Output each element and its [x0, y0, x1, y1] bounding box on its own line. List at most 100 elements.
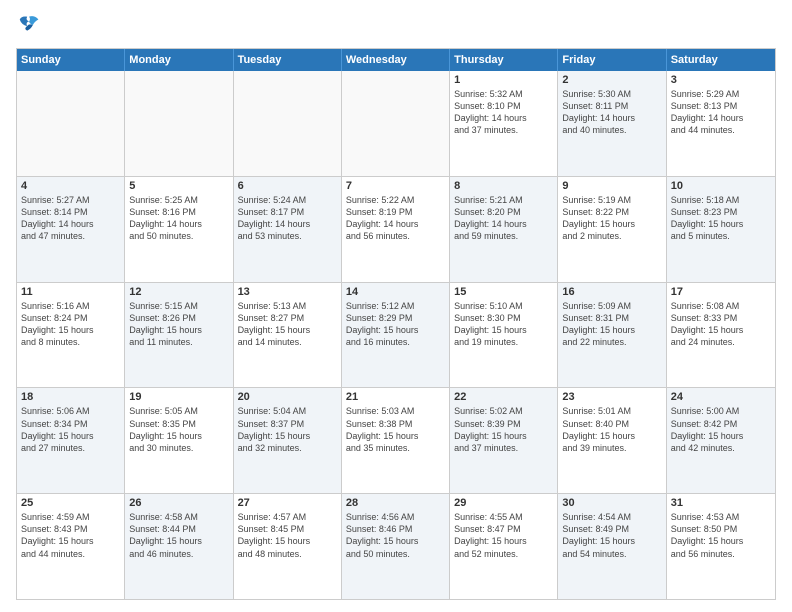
day-info: Sunrise: 4:55 AM Sunset: 8:47 PM Dayligh… [454, 511, 553, 560]
day-cell-15: 15 Sunrise: 5:10 AM Sunset: 8:30 PM Dayli… [450, 283, 558, 388]
header-day-saturday: Saturday [667, 49, 775, 71]
day-info: Sunrise: 5:05 AM Sunset: 8:35 PM Dayligh… [129, 405, 228, 454]
day-cell-27: 27 Sunrise: 4:57 AM Sunset: 8:45 PM Dayli… [234, 494, 342, 599]
day-cell-3: 3Sunrise: 5:29 AM Sunset: 8:13 PM Daylig… [667, 71, 775, 176]
empty-cell-0-3 [342, 71, 450, 176]
day-number: 15 [454, 286, 553, 298]
day-cell-2: 2Sunrise: 5:30 AM Sunset: 8:11 PM Daylig… [558, 71, 666, 176]
day-cell-14: 14 Sunrise: 5:12 AM Sunset: 8:29 PM Dayli… [342, 283, 450, 388]
day-info: Sunrise: 4:53 AM Sunset: 8:50 PM Dayligh… [671, 511, 771, 560]
day-info: Sunrise: 5:18 AM Sunset: 8:23 PM Dayligh… [671, 194, 771, 243]
day-cell-1: 1 Sunrise: 5:32 AM Sunset: 8:10 PM Daylig… [450, 71, 558, 176]
calendar-row-4: 18 Sunrise: 5:06 AM Sunset: 8:34 PM Dayli… [17, 388, 775, 494]
day-info: Sunrise: 5:19 AM Sunset: 8:22 PM Dayligh… [562, 194, 661, 243]
calendar-body: 1 Sunrise: 5:32 AM Sunset: 8:10 PM Daylig… [17, 71, 775, 599]
day-info: Sunrise: 5:21 AM Sunset: 8:20 PM Dayligh… [454, 194, 553, 243]
day-cell-17: 17Sunrise: 5:08 AM Sunset: 8:33 PM Dayli… [667, 283, 775, 388]
header-day-sunday: Sunday [17, 49, 125, 71]
day-number: 5 [129, 180, 228, 192]
day-number: 28 [346, 497, 445, 509]
calendar: SundayMondayTuesdayWednesdayThursdayFrid… [16, 48, 776, 600]
header [16, 12, 776, 40]
calendar-row-5: 25 Sunrise: 4:59 AM Sunset: 8:43 PM Dayli… [17, 494, 775, 599]
day-number: 2 [562, 74, 661, 86]
day-cell-28: 28Sunrise: 4:56 AM Sunset: 8:46 PM Dayli… [342, 494, 450, 599]
empty-cell-0-1 [125, 71, 233, 176]
day-cell-18: 18 Sunrise: 5:06 AM Sunset: 8:34 PM Dayli… [17, 388, 125, 493]
logo [16, 12, 50, 40]
calendar-row-3: 11 Sunrise: 5:16 AM Sunset: 8:24 PM Dayli… [17, 283, 775, 389]
day-number: 9 [562, 180, 661, 192]
day-number: 7 [346, 180, 445, 192]
day-number: 22 [454, 391, 553, 403]
empty-cell-0-0 [17, 71, 125, 176]
day-number: 20 [238, 391, 337, 403]
day-cell-20: 20Sunrise: 5:04 AM Sunset: 8:37 PM Dayli… [234, 388, 342, 493]
day-cell-7: 7 Sunrise: 5:22 AM Sunset: 8:19 PM Daylig… [342, 177, 450, 282]
day-number: 23 [562, 391, 661, 403]
day-info: Sunrise: 5:10 AM Sunset: 8:30 PM Dayligh… [454, 300, 553, 349]
day-cell-24: 24 Sunrise: 5:00 AM Sunset: 8:42 PM Dayli… [667, 388, 775, 493]
header-day-tuesday: Tuesday [234, 49, 342, 71]
day-number: 6 [238, 180, 337, 192]
day-number: 21 [346, 391, 445, 403]
day-number: 25 [21, 497, 120, 509]
day-cell-26: 26 Sunrise: 4:58 AM Sunset: 8:44 PM Dayli… [125, 494, 233, 599]
header-day-thursday: Thursday [450, 49, 558, 71]
day-cell-4: 4 Sunrise: 5:27 AM Sunset: 8:14 PM Daylig… [17, 177, 125, 282]
day-info: Sunrise: 5:06 AM Sunset: 8:34 PM Dayligh… [21, 405, 120, 454]
day-cell-9: 9 Sunrise: 5:19 AM Sunset: 8:22 PM Daylig… [558, 177, 666, 282]
day-cell-23: 23 Sunrise: 5:01 AM Sunset: 8:40 PM Dayli… [558, 388, 666, 493]
day-cell-8: 8 Sunrise: 5:21 AM Sunset: 8:20 PM Daylig… [450, 177, 558, 282]
day-cell-6: 6 Sunrise: 5:24 AM Sunset: 8:17 PM Daylig… [234, 177, 342, 282]
day-info: Sunrise: 5:16 AM Sunset: 8:24 PM Dayligh… [21, 300, 120, 349]
day-info: Sunrise: 5:13 AM Sunset: 8:27 PM Dayligh… [238, 300, 337, 349]
day-info: Sunrise: 4:57 AM Sunset: 8:45 PM Dayligh… [238, 511, 337, 560]
day-info: Sunrise: 5:02 AM Sunset: 8:39 PM Dayligh… [454, 405, 553, 454]
day-number: 18 [21, 391, 120, 403]
day-number: 12 [129, 286, 228, 298]
day-info: Sunrise: 5:25 AM Sunset: 8:16 PM Dayligh… [129, 194, 228, 243]
day-cell-12: 12 Sunrise: 5:15 AM Sunset: 8:26 PM Dayli… [125, 283, 233, 388]
empty-cell-0-2 [234, 71, 342, 176]
day-number: 29 [454, 497, 553, 509]
day-number: 16 [562, 286, 661, 298]
day-number: 8 [454, 180, 553, 192]
day-info: Sunrise: 5:24 AM Sunset: 8:17 PM Dayligh… [238, 194, 337, 243]
day-cell-29: 29 Sunrise: 4:55 AM Sunset: 8:47 PM Dayli… [450, 494, 558, 599]
day-number: 10 [671, 180, 771, 192]
day-info: Sunrise: 4:54 AM Sunset: 8:49 PM Dayligh… [562, 511, 661, 560]
day-cell-22: 22 Sunrise: 5:02 AM Sunset: 8:39 PM Dayli… [450, 388, 558, 493]
day-info: Sunrise: 4:59 AM Sunset: 8:43 PM Dayligh… [21, 511, 120, 560]
day-cell-30: 30Sunrise: 4:54 AM Sunset: 8:49 PM Dayli… [558, 494, 666, 599]
day-cell-10: 10 Sunrise: 5:18 AM Sunset: 8:23 PM Dayli… [667, 177, 775, 282]
day-info: Sunrise: 4:58 AM Sunset: 8:44 PM Dayligh… [129, 511, 228, 560]
calendar-header-row: SundayMondayTuesdayWednesdayThursdayFrid… [17, 49, 775, 71]
day-info: Sunrise: 5:22 AM Sunset: 8:19 PM Dayligh… [346, 194, 445, 243]
day-info: Sunrise: 5:32 AM Sunset: 8:10 PM Dayligh… [454, 88, 553, 137]
day-cell-5: 5 Sunrise: 5:25 AM Sunset: 8:16 PM Daylig… [125, 177, 233, 282]
day-info: Sunrise: 5:09 AM Sunset: 8:31 PM Dayligh… [562, 300, 661, 349]
day-info: Sunrise: 5:15 AM Sunset: 8:26 PM Dayligh… [129, 300, 228, 349]
day-number: 26 [129, 497, 228, 509]
day-cell-16: 16 Sunrise: 5:09 AM Sunset: 8:31 PM Dayli… [558, 283, 666, 388]
day-cell-11: 11 Sunrise: 5:16 AM Sunset: 8:24 PM Dayli… [17, 283, 125, 388]
day-number: 11 [21, 286, 120, 298]
day-number: 14 [346, 286, 445, 298]
day-info: Sunrise: 5:00 AM Sunset: 8:42 PM Dayligh… [671, 405, 771, 454]
day-info: Sunrise: 5:27 AM Sunset: 8:14 PM Dayligh… [21, 194, 120, 243]
day-number: 3 [671, 74, 771, 86]
day-cell-21: 21Sunrise: 5:03 AM Sunset: 8:38 PM Dayli… [342, 388, 450, 493]
day-cell-31: 31Sunrise: 4:53 AM Sunset: 8:50 PM Dayli… [667, 494, 775, 599]
day-number: 1 [454, 74, 553, 86]
day-info: Sunrise: 5:01 AM Sunset: 8:40 PM Dayligh… [562, 405, 661, 454]
day-number: 24 [671, 391, 771, 403]
day-number: 27 [238, 497, 337, 509]
logo-icon [16, 12, 44, 40]
header-day-monday: Monday [125, 49, 233, 71]
day-number: 4 [21, 180, 120, 192]
day-cell-19: 19Sunrise: 5:05 AM Sunset: 8:35 PM Dayli… [125, 388, 233, 493]
day-info: Sunrise: 5:12 AM Sunset: 8:29 PM Dayligh… [346, 300, 445, 349]
day-cell-13: 13Sunrise: 5:13 AM Sunset: 8:27 PM Dayli… [234, 283, 342, 388]
day-number: 17 [671, 286, 771, 298]
